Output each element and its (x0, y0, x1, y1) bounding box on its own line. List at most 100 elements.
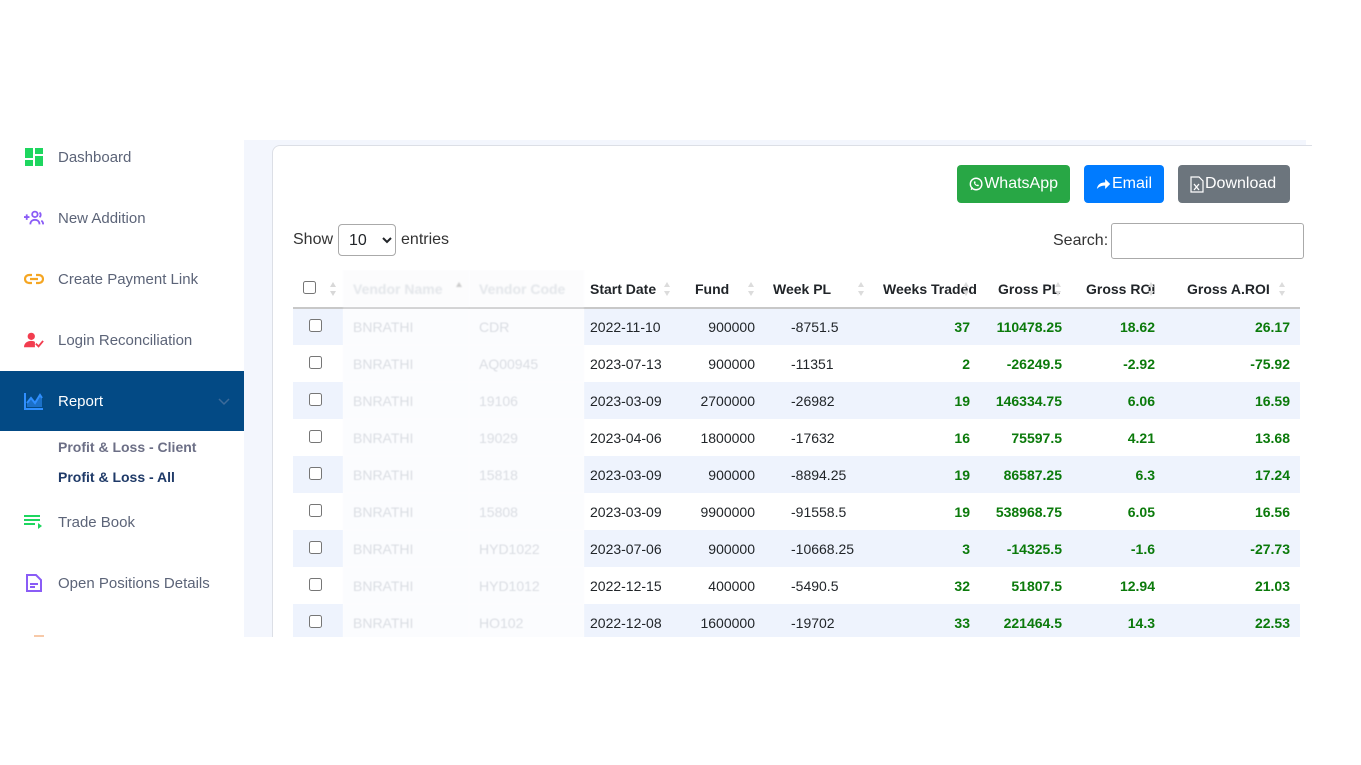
chevron-down-icon[interactable] (218, 393, 230, 406)
report-table-wrapper: Vendor Name Vendor Code Start Date Fund … (293, 270, 1300, 637)
cell-week-pl: -26982 (761, 382, 871, 419)
search-input[interactable] (1111, 223, 1305, 259)
row-checkbox[interactable] (309, 577, 322, 591)
row-checkbox[interactable] (309, 503, 322, 517)
sort-icon (456, 282, 462, 287)
sidebar-item-login-reconciliation[interactable]: Login Reconciliation (0, 310, 244, 370)
cell-start-date: 2023-03-09 (590, 503, 662, 520)
cell-fund: 1800000 (700, 429, 755, 446)
column-header-gross-aroi[interactable]: Gross A.ROI (1161, 270, 1300, 309)
document-icon (24, 573, 44, 593)
row-select-cell (293, 345, 343, 382)
row-checkbox[interactable] (309, 392, 322, 406)
column-header-week-pl[interactable]: Week PL (761, 270, 871, 309)
table-row[interactable]: BNRATHI HO102 2022-12-08 1600000 -19702 33 221… (293, 604, 1300, 637)
table-row[interactable]: BNRATHI 15808 2023-03-09 9900000 -91558.5 19 5… (293, 493, 1300, 530)
cell-start-date: 2023-07-06 (584, 530, 677, 567)
sort-icon (963, 282, 969, 296)
sidebar-item-label: Report (58, 392, 104, 410)
column-header-vendor-name[interactable]: Vendor Name (343, 270, 469, 309)
report-table: Vendor Name Vendor Code Start Date Fund … (293, 270, 1300, 637)
table-row[interactable]: BNRATHI HYD1022 2023-07-06 900000 -10668.25 3… (293, 530, 1300, 567)
submenu-item-pl-all[interactable]: Profit & Loss - All (58, 469, 175, 485)
partial-icon (34, 635, 44, 637)
cell-gross-roi: 12.94 (1119, 577, 1155, 594)
cell-gross-pl: 86587.25 (976, 456, 1068, 493)
cell-gross-roi: 14.3 (1068, 604, 1161, 637)
row-select-cell (293, 530, 343, 567)
sidebar-item-create-payment-link[interactable]: Create Payment Link (0, 249, 244, 309)
sidebar-item-trade-book[interactable]: Trade Book (0, 492, 244, 552)
table-row[interactable]: BNRATHI 19106 2023-03-09 2700000 -26982 19 146… (293, 382, 1300, 419)
column-header-gross-pl[interactable]: Gross PL (976, 270, 1068, 309)
cell-week-pl: -91558.5 (791, 503, 847, 520)
sort-icon (664, 282, 670, 296)
row-select-cell (293, 308, 343, 345)
chart-line-icon (24, 391, 44, 411)
show-label: Show (293, 231, 334, 248)
row-checkbox[interactable] (309, 319, 322, 332)
cell-gross-aroi: 21.03 (1254, 577, 1290, 594)
cell-vendor-name: BNRATHI (343, 567, 469, 604)
sort-icon (1055, 282, 1061, 296)
select-all-checkbox[interactable] (303, 280, 316, 294)
cell-gross-pl: 538968.75 (995, 503, 1062, 520)
excel-file-icon (1190, 175, 1204, 193)
cell-fund: 900000 (677, 456, 761, 493)
column-header-vendor-code[interactable]: Vendor Code (469, 270, 584, 309)
row-checkbox[interactable] (309, 540, 322, 554)
cell-gross-pl: 146334.75 (976, 382, 1068, 419)
search-box: Search: (1053, 223, 1305, 259)
cell-gross-roi: 18.62 (1068, 308, 1161, 345)
cell-vendor-code: HYD1022 (469, 530, 584, 567)
cell-gross-roi: 4.21 (1127, 429, 1155, 446)
table-row[interactable]: BNRATHI HYD1012 2022-12-15 400000 -5490.5 32 5… (293, 567, 1300, 604)
email-button[interactable]: Email (1084, 165, 1164, 203)
sidebar: Dashboard New Addition Create Payment Li… (0, 127, 244, 637)
cell-vendor-name: BNRATHI (343, 382, 469, 419)
column-header-gross-roi[interactable]: Gross ROI (1068, 270, 1161, 309)
column-header-start-date[interactable]: Start Date (584, 270, 677, 309)
cell-gross-aroi: -75.92 (1250, 355, 1290, 372)
sidebar-item-new-addition[interactable]: New Addition (0, 188, 244, 248)
sort-icon (330, 282, 336, 296)
sort-icon (1148, 282, 1154, 296)
cell-week-pl: -17632 (791, 429, 835, 446)
row-checkbox[interactable] (309, 355, 322, 369)
sidebar-item-dashboard[interactable]: Dashboard (0, 127, 244, 187)
table-row[interactable]: BNRATHI 19029 2023-04-06 1800000 -17632 16 755… (293, 419, 1300, 456)
sort-icon (858, 282, 864, 296)
row-checkbox[interactable] (309, 429, 322, 443)
cell-week-pl: -19702 (761, 604, 871, 637)
entries-select[interactable]: 10 (338, 224, 397, 256)
cell-gross-roi: -1.6 (1068, 530, 1161, 567)
cell-vendor-name: BNRATHI (343, 456, 469, 493)
table-row[interactable]: BNRATHI AQ00945 2023-07-13 900000 -11351 2 -26… (293, 345, 1300, 382)
row-checkbox[interactable] (309, 614, 322, 628)
cell-vendor-name: BNRATHI (343, 530, 469, 567)
submenu-item-pl-client[interactable]: Profit & Loss - Client (58, 439, 196, 455)
table-row[interactable]: BNRATHI CDR 2022-11-10 900000 -8751.5 37 11047… (293, 308, 1300, 345)
app-window: Dashboard New Addition Create Payment Li… (0, 0, 1361, 765)
select-all-header[interactable] (293, 270, 343, 309)
cell-vendor-name: BNRATHI (343, 345, 469, 382)
cell-fund: 900000 (677, 308, 761, 345)
table-row[interactable]: BNRATHI 15818 2023-03-09 900000 -8894.25 19 86… (293, 456, 1300, 493)
cell-vendor-code: 15818 (469, 456, 584, 493)
whatsapp-button[interactable]: WhatsApp (957, 165, 1070, 203)
cell-gross-pl: 110478.25 (976, 308, 1068, 345)
row-select-cell (293, 456, 343, 493)
column-header-weeks-traded[interactable]: Weeks Traded (871, 270, 977, 309)
user-check-icon (24, 330, 44, 350)
share-arrow-icon (1096, 179, 1111, 189)
column-header-fund[interactable]: Fund (677, 270, 761, 309)
add-users-icon (24, 208, 44, 228)
sidebar-item-report[interactable]: Report (0, 371, 244, 431)
entries-label: entries (401, 231, 450, 248)
row-checkbox[interactable] (309, 466, 322, 480)
sidebar-item-open-positions[interactable]: Open Positions Details (0, 553, 244, 613)
cell-gross-aroi: -27.73 (1161, 530, 1300, 567)
cell-gross-pl: 75597.5 (1011, 429, 1062, 446)
download-label: Download (1205, 175, 1277, 192)
download-button[interactable]: Download (1178, 165, 1290, 203)
